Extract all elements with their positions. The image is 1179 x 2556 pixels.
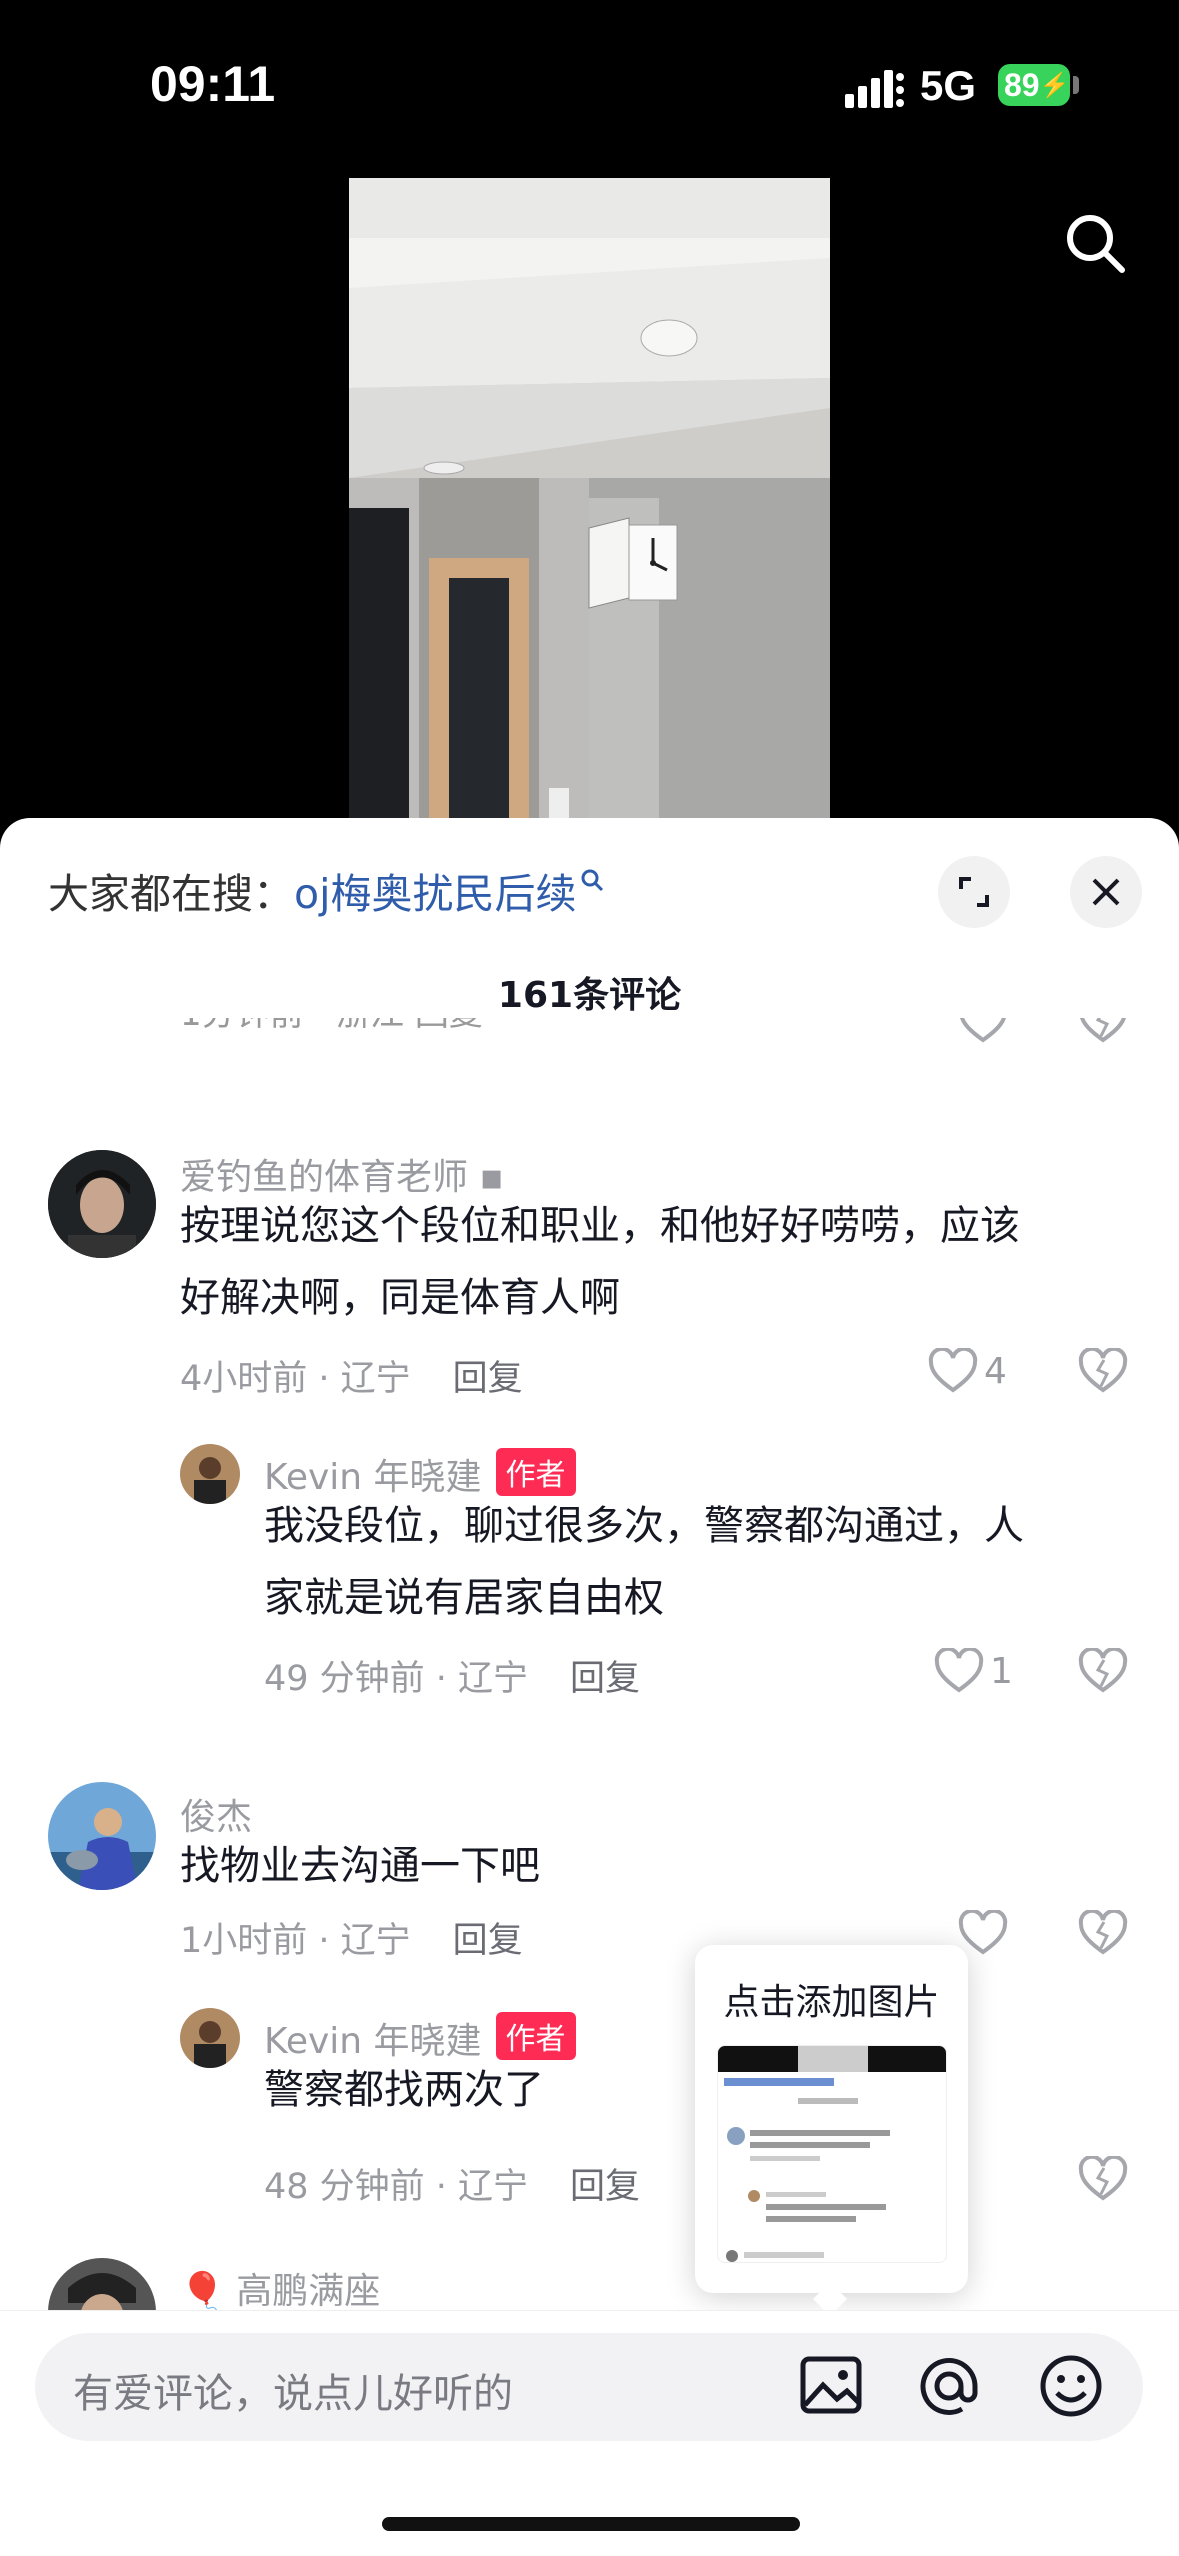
previous-comment-meta: 1分钟前 · 浙江 回复 [180, 1018, 483, 1035]
comment-input-placeholder: 有爱评论，说点儿好听的 [73, 2371, 513, 2417]
like-button[interactable]: 1 [934, 1648, 1013, 1694]
broken-heart-icon[interactable] [1078, 1910, 1128, 1956]
avatar[interactable] [180, 2008, 240, 2068]
comment-count: 161条评论 [497, 975, 682, 1016]
reply-button[interactable]: 回复 [570, 2167, 640, 2207]
reply-text-line: 家就是说有居家自由权 [264, 1575, 664, 1621]
avatar-image [180, 2008, 240, 2068]
expand-icon [959, 877, 989, 907]
reply-meta: 48 分钟前 · 辽宁 回复 [264, 2158, 640, 2209]
comment-author-name[interactable]: 高鹏满座 [236, 2271, 380, 2312]
comment-text-line: 按理说您这个段位和职业，和他好好唠唠，应该 [180, 1203, 1020, 1249]
popup-title: 点击添加图片 [723, 1982, 940, 2023]
reply-button[interactable]: 回复 [453, 1921, 523, 1961]
broken-heart-icon[interactable] [1078, 1648, 1128, 1694]
battery-level: 89 [1004, 66, 1040, 103]
heart-icon[interactable] [958, 1018, 1008, 1044]
avatar[interactable] [48, 1782, 156, 1890]
comment-text-line: 找物业去沟通一下吧 [180, 1843, 540, 1889]
close-button[interactable] [1070, 856, 1142, 928]
status-time: 09:11 [150, 56, 276, 112]
like-count: 4 [984, 1350, 1007, 1392]
comment-time-location: 1小时前 · 辽宁 [180, 1921, 411, 1961]
avatar-image [48, 1150, 156, 1258]
close-icon [1092, 878, 1120, 906]
heart-icon [928, 1348, 978, 1393]
broken-heart-icon[interactable] [1078, 1018, 1128, 1044]
broken-heart-icon[interactable] [1078, 2156, 1128, 2202]
reply-text-line: 我没段位，聊过很多次，警察都沟通过，人 [264, 1503, 1024, 1549]
emoji-icon[interactable] [1036, 2351, 1106, 2421]
comment-time-location: 4小时前 · 辽宁 [180, 1359, 411, 1399]
reply-time-location: 49 分钟前 · 辽宁 [264, 1659, 529, 1699]
trending-search[interactable]: 大家都在搜：oj梅奥扰民后续 [48, 860, 606, 920]
comment-text-line: 好解决啊，同是体育人啊 [180, 1275, 620, 1321]
status-bar: 09:11 5G 89 ⚡ [0, 0, 1179, 170]
network-type: 5G [920, 62, 977, 109]
author-tag: 作者 [495, 2012, 576, 2060]
heart-icon[interactable] [958, 1910, 1008, 1956]
avatar[interactable] [48, 1150, 156, 1258]
thumbnail-image [718, 2046, 946, 2262]
avatar[interactable] [180, 1444, 240, 1504]
video-frame [349, 178, 830, 828]
battery-indicator: 89 ⚡ [998, 64, 1070, 106]
author-tag: 作者 [495, 1448, 576, 1496]
search-icon[interactable] [1060, 208, 1130, 278]
trending-keyword[interactable]: oj梅奥扰民后续 [294, 870, 576, 918]
battery-cap [1073, 76, 1079, 94]
balloon-icon: 🎈 [180, 2271, 225, 2312]
avatar-image [48, 1782, 156, 1890]
image-icon[interactable] [797, 2351, 867, 2421]
reply-button[interactable]: 回复 [570, 1659, 640, 1699]
keyword-search-icon [581, 869, 604, 892]
trending-prefix: 大家都在搜： [48, 870, 294, 918]
heart-icon [934, 1648, 984, 1693]
comment-meta: 1小时前 · 辽宁 回复 [180, 1912, 523, 1963]
video-player[interactable] [349, 178, 830, 828]
home-indicator [382, 2517, 800, 2531]
like-button[interactable]: 4 [928, 1348, 1007, 1394]
reply-button[interactable]: 回复 [453, 1359, 523, 1399]
reply-meta: 49 分钟前 · 辽宁 回复 [264, 1650, 640, 1701]
avatar-image [180, 1444, 240, 1504]
broken-heart-icon[interactable] [1078, 1348, 1128, 1394]
reply-text-line: 警察都找两次了 [264, 2067, 544, 2113]
like-count: 1 [990, 1650, 1013, 1692]
at-icon[interactable] [914, 2351, 984, 2421]
comment-list[interactable]: 1分钟前 · 浙江 回复 爱钓鱼的体育老师 ▪ 按理说您这个段位和职业，和他好好… [0, 1018, 1179, 2128]
comment-author[interactable]: 🎈 高鹏满座 [180, 2262, 380, 2314]
screenshot-thumbnail[interactable] [717, 2045, 947, 2263]
expand-button[interactable] [938, 856, 1010, 928]
comment-meta: 4小时前 · 辽宁 回复 [180, 1350, 523, 1401]
reply-time-location: 48 分钟前 · 辽宁 [264, 2167, 529, 2207]
comment-sheet: 大家都在搜：oj梅奥扰民后续 161条评论 1分钟前 · 浙江 回复 爱钓鱼的体… [0, 818, 1179, 2556]
add-image-popup[interactable]: 点击添加图片 [695, 1945, 968, 2293]
signal-icon [845, 70, 904, 108]
